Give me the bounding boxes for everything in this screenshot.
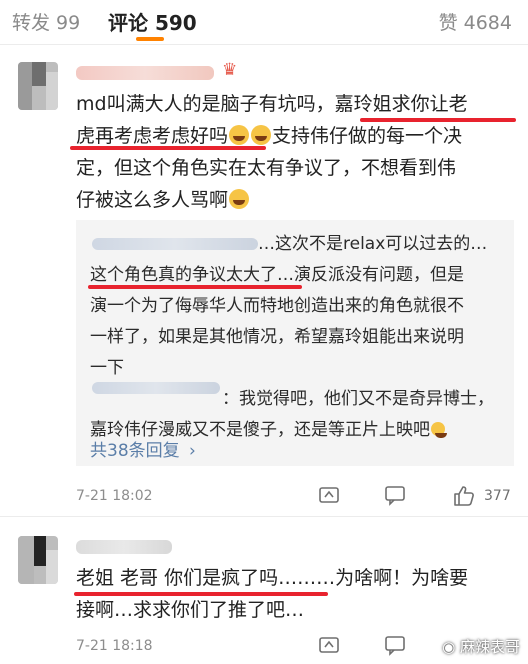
tab-active-indicator xyxy=(136,37,164,41)
red-underline xyxy=(360,118,516,122)
emoji-icon xyxy=(431,422,447,438)
red-underline xyxy=(74,592,328,596)
tab-likes[interactable]: 赞 4684 xyxy=(439,8,512,35)
comment-body: md叫满大人的是脑子有坑吗，嘉玲姐求你让老 虎再考虑考虑好吗 支持伟仔做的每一个决… xyxy=(76,88,522,216)
reply-count-label: 共38条回复 xyxy=(90,441,180,461)
comment-line: 定，但这个角色实在太有争议了，不想看到伟 xyxy=(76,157,457,179)
red-underline xyxy=(70,146,266,150)
tab-comments[interactable]: 评论 590 xyxy=(108,7,197,36)
avatar[interactable] xyxy=(18,62,58,110)
tab-reposts[interactable]: 转发 99 xyxy=(12,8,80,35)
crown-badge-icon: ♛ xyxy=(222,60,238,80)
comment-line: 老姐 老哥 你们是疯了吗………为啥啊！为啥要 xyxy=(76,567,469,589)
chevron-right-icon: › xyxy=(189,441,196,461)
comment-icon[interactable] xyxy=(384,484,406,510)
reply-line: 一下 xyxy=(90,358,124,378)
forward-icon[interactable] xyxy=(318,634,340,660)
reply-line: 演一个为了侮辱华人而特地创造出来的角色就很不 xyxy=(90,296,464,316)
view-all-replies-link[interactable]: 共38条回复 › xyxy=(90,436,196,461)
reply-line: ：我觉得吧，他们又不是奇异博士， xyxy=(222,389,494,409)
like-thumb-icon[interactable] xyxy=(452,484,476,512)
avatar[interactable] xyxy=(18,536,58,584)
wechat-logo-icon: ◉ xyxy=(442,638,456,656)
reply-line: 一样了，如果是其他情况，希望嘉玲姐能出来说明 xyxy=(90,327,464,347)
comment-icon[interactable] xyxy=(384,634,406,660)
timestamp: 7-21 18:02 xyxy=(76,488,153,504)
divider xyxy=(0,516,528,517)
comment-line: md叫满大人的是脑子有坑吗，嘉玲姐求你让老 xyxy=(76,93,468,115)
crying-face-icon xyxy=(251,125,272,145)
comment-line: 仔被这么多人骂啊 xyxy=(76,184,522,216)
comment-line: 接啊…求求你们了推了吧… xyxy=(76,599,305,621)
crying-face-icon xyxy=(229,189,250,209)
crying-face-icon xyxy=(229,125,250,145)
reply-line: …这次不是relax可以过去的… xyxy=(258,234,488,254)
timestamp: 7-21 18:18 xyxy=(76,638,153,654)
red-underline xyxy=(88,285,302,289)
watermark: ◉ 麻辣表哥 xyxy=(442,638,520,656)
forward-icon[interactable] xyxy=(318,484,340,510)
reply-list: …这次不是relax可以过去的… 这个角色真的争议太大了…演反派没有问题，但是 … xyxy=(90,229,510,446)
like-count: 377 xyxy=(484,488,511,504)
username-blurred[interactable] xyxy=(76,66,214,80)
username-blurred[interactable] xyxy=(76,540,172,554)
